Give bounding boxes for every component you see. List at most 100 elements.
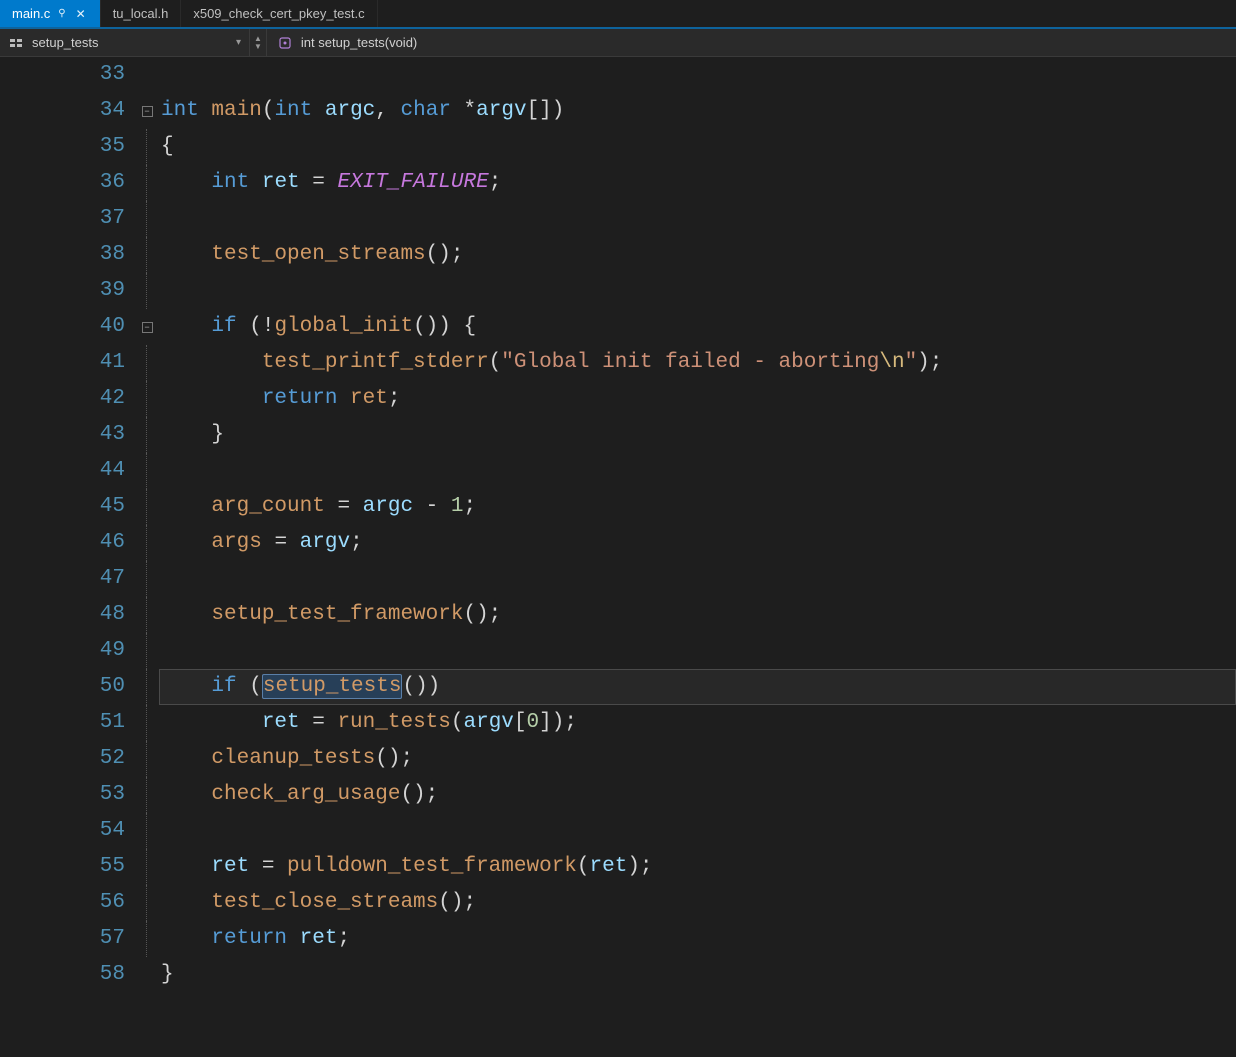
code-token: args (211, 531, 261, 554)
code-line[interactable]: test_close_streams(); (159, 885, 1236, 921)
line-number: 39 (0, 273, 125, 309)
fold-indicator (146, 489, 159, 525)
code-line[interactable]: setup_test_framework(); (159, 597, 1236, 633)
fold-indicator (135, 57, 159, 93)
line-number: 43 (0, 417, 125, 453)
collapse-icon[interactable]: − (142, 106, 153, 117)
line-number: 55 (0, 849, 125, 885)
line-number: 51 (0, 705, 125, 741)
code-line[interactable] (159, 273, 1236, 309)
line-number: 58 (0, 957, 125, 993)
code-token: arg_count (211, 495, 324, 518)
code-token: ret (350, 387, 388, 410)
code-line[interactable]: if (setup_tests()) (159, 669, 1236, 705)
code-editor[interactable]: 3334353637383940414243444546474849505152… (0, 57, 1236, 1057)
code-line[interactable]: } (159, 417, 1236, 453)
fold-indicator (146, 417, 159, 453)
code-line[interactable] (159, 201, 1236, 237)
line-number: 35 (0, 129, 125, 165)
fold-indicator[interactable]: − (135, 309, 159, 345)
line-number: 53 (0, 777, 125, 813)
code-token: (); (463, 603, 501, 626)
line-number: 37 (0, 201, 125, 237)
code-token: } (161, 963, 174, 986)
code-token: ( (249, 675, 262, 698)
code-token: ret (590, 855, 628, 878)
code-token: = (262, 531, 300, 554)
line-number: 56 (0, 885, 125, 921)
code-token: (); (375, 747, 413, 770)
code-token: 1 (451, 495, 464, 518)
code-line[interactable]: int main(int argc, char *argv[]) (159, 93, 1236, 129)
code-token: (); (400, 783, 438, 806)
code-line[interactable]: ret = pulldown_test_framework(ret); (159, 849, 1236, 885)
code-line[interactable]: test_printf_stderr("Global init failed -… (159, 345, 1236, 381)
code-token: argv (476, 99, 526, 122)
close-icon[interactable]: ✕ (74, 7, 88, 21)
code-line[interactable]: { (159, 129, 1236, 165)
fold-indicator[interactable]: − (135, 93, 159, 129)
collapse-icon[interactable]: − (142, 322, 153, 333)
code-line[interactable] (159, 813, 1236, 849)
code-line[interactable] (159, 57, 1236, 93)
line-number: 42 (0, 381, 125, 417)
code-line[interactable] (159, 453, 1236, 489)
line-number: 48 (0, 597, 125, 633)
code-token: argc (325, 99, 375, 122)
line-number: 46 (0, 525, 125, 561)
code-token: ()) { (413, 315, 476, 338)
line-number: 34 (0, 93, 125, 129)
breadcrumb[interactable]: int setup_tests(void) (267, 29, 427, 56)
fold-indicator (146, 669, 159, 705)
fold-indicator (146, 633, 159, 669)
tab-x509-check[interactable]: x509_check_cert_pkey_test.c (181, 0, 377, 27)
code-token: char (401, 99, 464, 122)
function-icon (277, 35, 293, 51)
pin-icon[interactable]: ⚲ (56, 8, 67, 19)
fold-indicator (146, 849, 159, 885)
fold-gutter[interactable]: −− (135, 57, 159, 1057)
code-token: "Global init failed - aborting (501, 351, 879, 374)
code-line[interactable]: } (159, 957, 1236, 993)
code-line[interactable]: return ret; (159, 921, 1236, 957)
fold-indicator (146, 201, 159, 237)
code-token: ( (577, 855, 590, 878)
code-line[interactable]: cleanup_tests(); (159, 741, 1236, 777)
code-line[interactable]: arg_count = argc - 1; (159, 489, 1236, 525)
nav-bar: setup_tests ▾ ▲ ▼ int setup_tests(void) (0, 29, 1236, 57)
scope-label: setup_tests (32, 35, 99, 50)
tab-main-c[interactable]: main.c ⚲ ✕ (0, 0, 101, 27)
code-line[interactable]: int ret = EXIT_FAILURE; (159, 165, 1236, 201)
code-token: ; (489, 171, 502, 194)
code-line[interactable]: return ret; (159, 381, 1236, 417)
code-line[interactable]: test_open_streams(); (159, 237, 1236, 273)
fold-indicator (135, 957, 159, 993)
code-token: = (300, 171, 338, 194)
code-token: test_open_streams (211, 243, 425, 266)
code-token: ( (262, 99, 275, 122)
code-content[interactable]: int main(int argc, char *argv[]){ int re… (159, 57, 1236, 1057)
nav-prev-next[interactable]: ▲ ▼ (250, 29, 267, 56)
code-line[interactable]: check_arg_usage(); (159, 777, 1236, 813)
code-line[interactable]: ret = run_tests(argv[0]); (159, 705, 1236, 741)
fold-indicator (146, 705, 159, 741)
tab-label: tu_local.h (113, 6, 169, 21)
code-token: pulldown_test_framework (287, 855, 577, 878)
line-number: 52 (0, 741, 125, 777)
code-token: \n (879, 351, 904, 374)
code-line[interactable] (159, 561, 1236, 597)
code-line[interactable]: if (!global_init()) { (159, 309, 1236, 345)
code-token: int (161, 99, 211, 122)
fold-indicator (146, 777, 159, 813)
line-number: 44 (0, 453, 125, 489)
code-line[interactable]: args = argv; (159, 525, 1236, 561)
tab-tu-local-h[interactable]: tu_local.h (101, 0, 182, 27)
code-token: EXIT_FAILURE (337, 171, 488, 194)
code-token: (); (438, 891, 476, 914)
code-token: * (464, 99, 477, 122)
scope-dropdown[interactable]: setup_tests ▾ (0, 29, 250, 56)
code-token: ); (627, 855, 652, 878)
code-token: return (262, 387, 350, 410)
code-line[interactable] (159, 633, 1236, 669)
code-token: main (211, 99, 261, 122)
